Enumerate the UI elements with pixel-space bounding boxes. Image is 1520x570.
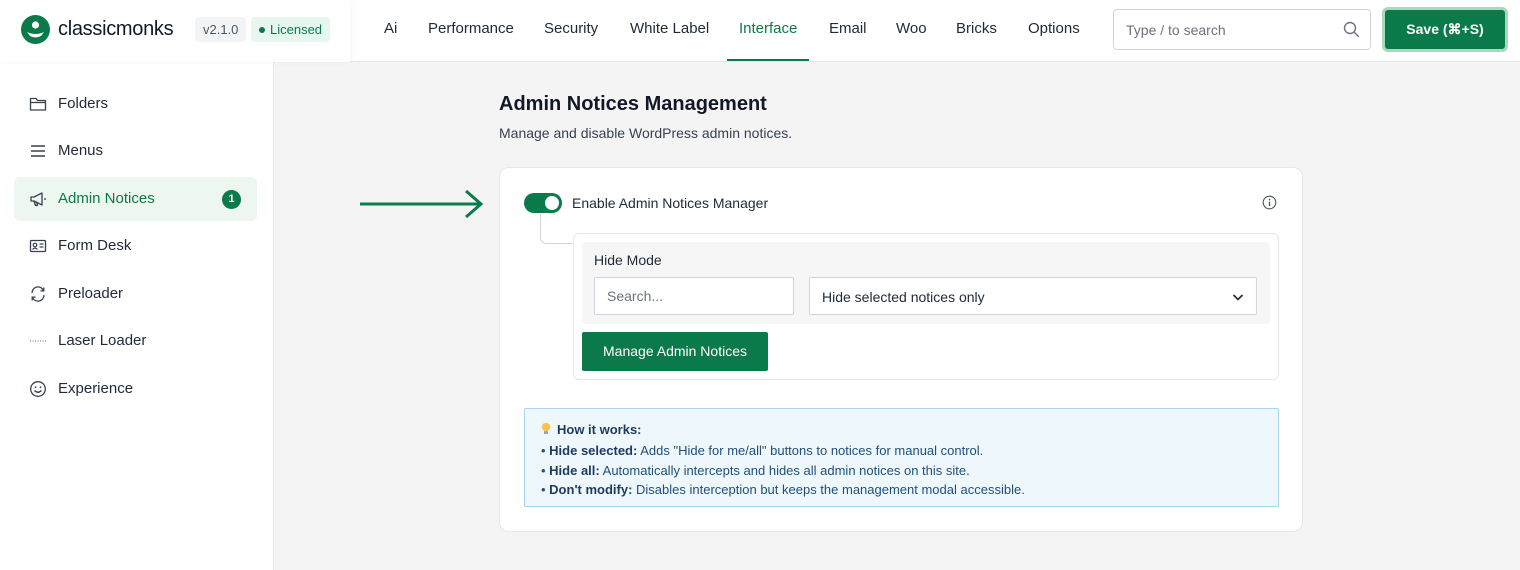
sidebar-item-label: Preloader	[58, 285, 124, 302]
sidebar-item-label: Laser Loader	[58, 332, 147, 349]
nav-tab-ai[interactable]: Ai	[384, 0, 397, 61]
license-badge: Licensed	[251, 17, 331, 42]
how-it-works-title: How it works:	[541, 421, 1262, 441]
global-search-input[interactable]	[1114, 10, 1334, 49]
hide-mode-value: Hide selected notices only	[822, 289, 985, 305]
sidebar-item-label: Experience	[58, 380, 134, 397]
nav-tab-performance[interactable]: Performance	[428, 0, 514, 61]
notice-search[interactable]	[594, 277, 794, 315]
sidebar-item-preloader[interactable]: Preloader	[14, 272, 257, 316]
refresh-icon	[31, 286, 45, 302]
nav-tab-security[interactable]: Security	[544, 0, 598, 61]
sidebar-item-label: Menus	[58, 142, 104, 159]
brand-name: classicmonks	[58, 18, 174, 40]
smile-icon	[30, 381, 46, 397]
toggle-knob	[545, 196, 559, 210]
brand-area: classicmonks v2.1.0 Licensed	[0, 0, 350, 62]
sidebar-item-label: Form Desk	[58, 237, 132, 254]
nav-tab-white-label[interactable]: White Label	[630, 0, 709, 61]
dotted-line-icon	[30, 340, 46, 342]
how-it-works-heading: How it works:	[557, 422, 642, 437]
how-term: Don't modify:	[549, 482, 633, 497]
hide-mode-panel: Hide Mode Hide selected notices only	[582, 242, 1270, 324]
how-term: Hide selected:	[549, 443, 638, 458]
enable-manager-label: Enable Admin Notices Manager	[572, 195, 769, 211]
manage-admin-notices-button[interactable]: Manage Admin Notices	[582, 332, 768, 371]
search-icon	[1343, 21, 1360, 38]
pointer-arrow-icon	[360, 190, 484, 219]
hide-mode-label: Hide Mode	[594, 252, 662, 268]
how-desc: Disables interception but keeps the mana…	[632, 482, 1025, 497]
how-desc: Adds "Hide for me/all" buttons to notice…	[637, 443, 984, 458]
nav-tab-interface[interactable]: Interface	[727, 0, 810, 61]
sidebar-item-form-desk[interactable]: Form Desk	[14, 224, 257, 268]
how-line-dont-modify: • Don't modify: Disables interception bu…	[541, 482, 1025, 497]
notice-search-input[interactable]	[595, 278, 785, 314]
folder-icon	[29, 97, 47, 111]
global-search[interactable]	[1113, 9, 1371, 50]
sidebar-item-label: Folders	[58, 95, 109, 112]
how-line-hide-all: • Hide all: Automatically intercepts and…	[541, 462, 970, 478]
page-title: Admin Notices Management	[499, 93, 767, 115]
sidebar: Folders Menus Admin Notices 1 Form Desk	[0, 62, 274, 570]
sidebar-item-laser-loader[interactable]: Laser Loader	[14, 319, 257, 363]
nav-tab-woo[interactable]: Woo	[896, 0, 927, 61]
version-badge: v2.1.0	[195, 17, 247, 42]
menu-icon	[31, 145, 45, 157]
sidebar-item-experience[interactable]: Experience	[14, 367, 257, 411]
nav-tab-options[interactable]: Options	[1028, 0, 1080, 61]
sidebar-item-menus[interactable]: Menus	[14, 129, 257, 173]
page-subtitle: Manage and disable WordPress admin notic…	[499, 125, 793, 141]
top-bar: e Ai Performance Security White Label In…	[0, 0, 1520, 62]
how-desc: Automatically intercepts and hides all a…	[599, 462, 970, 478]
chevron-down-icon	[1232, 294, 1244, 301]
nav-tab-bricks[interactable]: Bricks	[956, 0, 997, 61]
settings-card: Enable Admin Notices Manager Hide Mode H…	[499, 167, 1303, 532]
monk-logo-icon	[21, 15, 50, 44]
sidebar-item-folders[interactable]: Folders	[14, 82, 257, 126]
hide-mode-select[interactable]: Hide selected notices only	[809, 277, 1257, 315]
enable-manager-toggle[interactable]	[524, 193, 562, 213]
how-term: Hide all:	[549, 462, 600, 478]
sidebar-item-admin-notices[interactable]: Admin Notices 1	[14, 177, 257, 221]
notice-count-badge: 1	[222, 190, 241, 209]
how-it-works-box: How it works: • Hide selected: Adds "Hid…	[524, 408, 1279, 507]
sidebar-item-label: Admin Notices	[58, 190, 155, 207]
lightbulb-icon	[541, 422, 551, 434]
nav-tab-email[interactable]: Email	[829, 0, 867, 61]
how-line-hide-selected: • Hide selected: Adds "Hide for me/all" …	[541, 443, 984, 458]
license-label: Licensed	[270, 22, 323, 37]
license-dot-icon	[259, 26, 265, 33]
save-button[interactable]: Save (⌘+S)	[1382, 7, 1508, 52]
info-icon[interactable]	[1262, 195, 1277, 210]
megaphone-icon	[30, 192, 46, 207]
id-card-icon	[29, 239, 47, 253]
hide-mode-section: Hide Mode Hide selected notices only Man…	[573, 233, 1279, 380]
tree-connector	[540, 214, 574, 244]
